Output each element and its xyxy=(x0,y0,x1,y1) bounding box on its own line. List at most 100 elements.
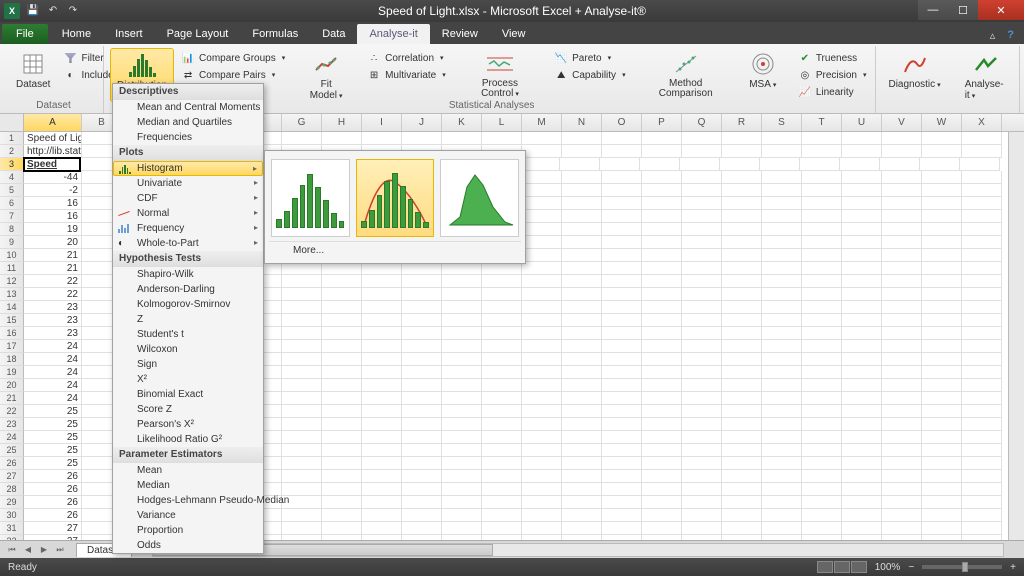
cell[interactable] xyxy=(882,405,922,418)
menu-item-frequencies[interactable]: Frequencies xyxy=(113,130,263,145)
cell[interactable] xyxy=(962,418,1002,431)
cell[interactable] xyxy=(842,288,882,301)
cell[interactable] xyxy=(282,327,322,340)
cell[interactable] xyxy=(562,353,602,366)
cell[interactable] xyxy=(402,509,442,522)
cell[interactable]: 25 xyxy=(24,444,82,457)
cell[interactable] xyxy=(560,158,600,171)
cell[interactable] xyxy=(922,236,962,249)
cell[interactable] xyxy=(962,132,1002,145)
cell[interactable] xyxy=(802,392,842,405)
cell[interactable] xyxy=(642,314,682,327)
column-header-K[interactable]: K xyxy=(442,114,482,131)
cell[interactable] xyxy=(922,496,962,509)
cell[interactable] xyxy=(402,327,442,340)
column-header-A[interactable]: A xyxy=(24,114,82,131)
cell[interactable] xyxy=(402,392,442,405)
cell[interactable] xyxy=(682,223,722,236)
cell[interactable]: 26 xyxy=(24,470,82,483)
cell[interactable]: 16 xyxy=(24,197,82,210)
cell[interactable] xyxy=(562,457,602,470)
column-header-G[interactable]: G xyxy=(282,114,322,131)
msa-button[interactable]: MSA▾ xyxy=(743,48,783,92)
cell[interactable] xyxy=(642,288,682,301)
row-header[interactable]: 1 xyxy=(0,132,24,145)
cell[interactable] xyxy=(682,509,722,522)
cell[interactable] xyxy=(962,145,1002,158)
column-header-W[interactable]: W xyxy=(922,114,962,131)
vertical-scrollbar[interactable] xyxy=(1008,132,1024,540)
row-header[interactable]: 21 xyxy=(0,392,24,405)
cell[interactable] xyxy=(842,405,882,418)
cell[interactable] xyxy=(522,184,562,197)
cell[interactable] xyxy=(882,184,922,197)
cell[interactable] xyxy=(762,301,802,314)
cell[interactable] xyxy=(402,405,442,418)
cell[interactable] xyxy=(522,236,562,249)
cell[interactable] xyxy=(882,483,922,496)
cell[interactable] xyxy=(642,197,682,210)
cell[interactable] xyxy=(682,288,722,301)
normal-view-button[interactable] xyxy=(817,561,833,573)
cell[interactable] xyxy=(362,366,402,379)
cell[interactable] xyxy=(642,145,682,158)
cell[interactable] xyxy=(922,197,962,210)
cell[interactable] xyxy=(642,509,682,522)
cell[interactable] xyxy=(522,301,562,314)
cell[interactable] xyxy=(322,301,362,314)
cell[interactable] xyxy=(642,405,682,418)
cell[interactable] xyxy=(762,236,802,249)
cell[interactable] xyxy=(482,340,522,353)
help-icon[interactable]: ? xyxy=(1003,27,1018,44)
cell[interactable] xyxy=(602,327,642,340)
cell[interactable] xyxy=(522,418,562,431)
cell[interactable] xyxy=(520,158,560,171)
cell[interactable] xyxy=(762,145,802,158)
cell[interactable] xyxy=(600,158,640,171)
cell[interactable] xyxy=(402,444,442,457)
cell[interactable] xyxy=(602,379,642,392)
cell[interactable] xyxy=(722,288,762,301)
cell[interactable] xyxy=(922,392,962,405)
cell[interactable] xyxy=(762,314,802,327)
cell[interactable] xyxy=(602,197,642,210)
row-header[interactable]: 14 xyxy=(0,301,24,314)
cell[interactable] xyxy=(882,288,922,301)
cell[interactable]: 16 xyxy=(24,210,82,223)
cell[interactable] xyxy=(282,509,322,522)
cell[interactable] xyxy=(562,301,602,314)
cell[interactable] xyxy=(762,327,802,340)
cell[interactable] xyxy=(602,314,642,327)
cell[interactable] xyxy=(322,470,362,483)
cell[interactable] xyxy=(842,470,882,483)
cell[interactable] xyxy=(282,522,322,535)
cell[interactable] xyxy=(682,340,722,353)
cell[interactable] xyxy=(762,340,802,353)
cell[interactable]: 23 xyxy=(24,301,82,314)
cell[interactable] xyxy=(762,431,802,444)
cell[interactable] xyxy=(682,405,722,418)
zoom-thumb[interactable] xyxy=(962,562,968,572)
cell[interactable] xyxy=(442,444,482,457)
cell[interactable] xyxy=(602,392,642,405)
cell[interactable] xyxy=(842,171,882,184)
cell[interactable] xyxy=(722,340,762,353)
cell[interactable] xyxy=(682,145,722,158)
cell[interactable] xyxy=(842,301,882,314)
tab-review[interactable]: Review xyxy=(430,24,490,44)
cell[interactable] xyxy=(842,223,882,236)
cell[interactable] xyxy=(802,509,842,522)
cell[interactable] xyxy=(602,210,642,223)
cell[interactable] xyxy=(922,457,962,470)
cell[interactable] xyxy=(962,340,1002,353)
cell[interactable] xyxy=(922,314,962,327)
cell[interactable] xyxy=(722,353,762,366)
cell[interactable] xyxy=(922,509,962,522)
trueness-button[interactable]: ✔Trueness xyxy=(795,50,870,66)
cell[interactable] xyxy=(682,457,722,470)
cell[interactable] xyxy=(802,470,842,483)
cell[interactable] xyxy=(482,522,522,535)
cell[interactable] xyxy=(522,197,562,210)
cell[interactable] xyxy=(642,496,682,509)
cell[interactable] xyxy=(922,340,962,353)
